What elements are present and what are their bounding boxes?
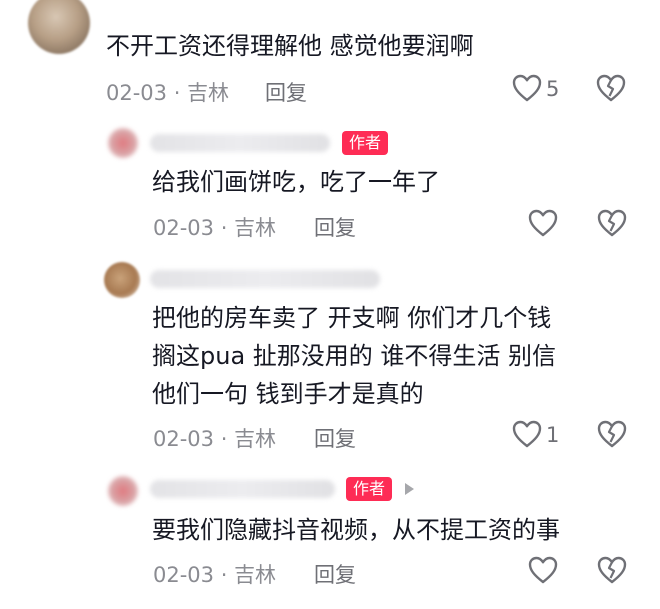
location: 吉林 bbox=[234, 563, 277, 587]
comment-date: 02-03 · 吉林 bbox=[153, 427, 277, 451]
comment-text-line: 搁这pua 扯那没用的 谁不得生活 别信 bbox=[152, 342, 557, 370]
date: 02-03 bbox=[106, 81, 168, 105]
heart-outline-icon[interactable] bbox=[528, 556, 558, 584]
location: 吉林 bbox=[234, 427, 277, 451]
broken-heart-icon[interactable] bbox=[596, 74, 626, 102]
username-blurred[interactable] bbox=[150, 480, 335, 498]
comment-date: 02-03 · 吉林 bbox=[153, 216, 277, 240]
heart-outline-icon[interactable] bbox=[512, 420, 542, 448]
location: 吉林 bbox=[234, 216, 277, 240]
username-blurred[interactable] bbox=[150, 270, 380, 288]
username-blurred[interactable] bbox=[150, 134, 330, 152]
author-badge: 作者 bbox=[346, 477, 393, 501]
comment-text: 要我们隐藏抖音视频，从不提工资的事 bbox=[152, 516, 560, 544]
broken-heart-icon[interactable] bbox=[597, 209, 627, 237]
broken-heart-icon[interactable] bbox=[597, 556, 627, 584]
comment-date: 02-03 · 吉林 bbox=[153, 563, 277, 587]
reply-button[interactable]: 回复 bbox=[314, 559, 356, 589]
comment-text-line: 把他的房车卖了 开支啊 你们才几个钱 bbox=[152, 304, 552, 332]
comment-text: 不开工资还得理解他 感觉他要润啊 bbox=[106, 32, 474, 60]
comment-text-line: 他们一句 钱到手才是真的 bbox=[152, 380, 424, 408]
reply-button[interactable]: 回复 bbox=[265, 77, 307, 107]
avatar[interactable] bbox=[28, 0, 90, 54]
reply-button[interactable]: 回复 bbox=[314, 212, 356, 242]
heart-outline-icon[interactable] bbox=[512, 74, 542, 102]
play-triangle-icon bbox=[405, 483, 414, 495]
avatar[interactable] bbox=[108, 128, 138, 158]
like-count: 5 bbox=[546, 77, 560, 101]
comment-text: 给我们画饼吃，吃了一年了 bbox=[152, 168, 440, 196]
date: 02-03 bbox=[153, 563, 215, 587]
reply-button[interactable]: 回复 bbox=[314, 423, 356, 453]
location: 吉林 bbox=[187, 81, 230, 105]
heart-outline-icon[interactable] bbox=[528, 209, 558, 237]
avatar[interactable] bbox=[108, 476, 138, 506]
author-badge: 作者 bbox=[342, 131, 389, 155]
date: 02-03 bbox=[153, 427, 215, 451]
like-count: 1 bbox=[546, 423, 560, 447]
comment-date: 02-03 · 吉林 bbox=[106, 81, 230, 105]
broken-heart-icon[interactable] bbox=[597, 420, 627, 448]
date: 02-03 bbox=[153, 216, 215, 240]
avatar[interactable] bbox=[104, 262, 140, 298]
